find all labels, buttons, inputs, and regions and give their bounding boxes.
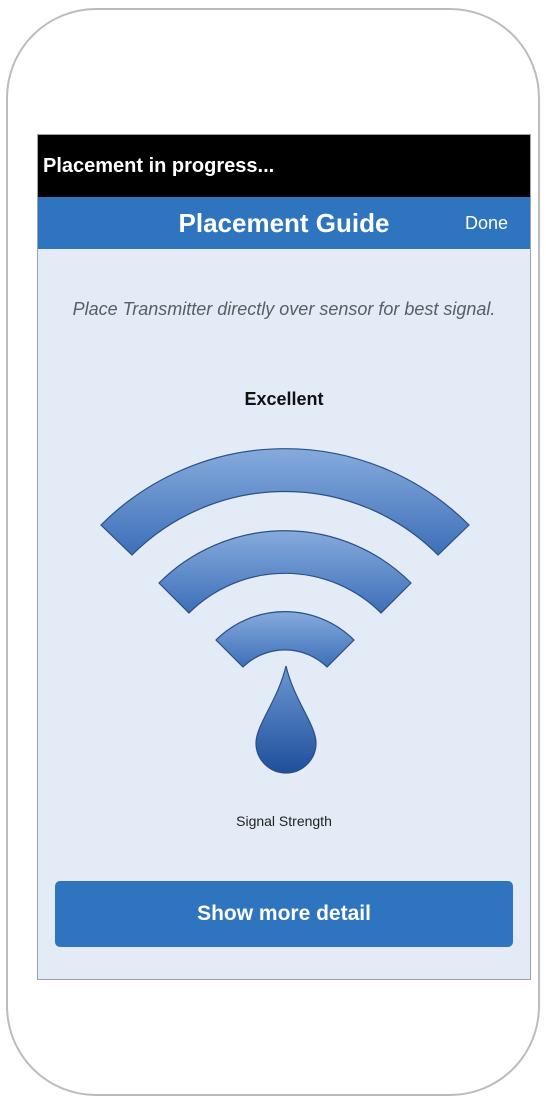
wifi-signal-icon: [100, 448, 470, 668]
sensor-drop-icon: [255, 665, 317, 774]
signal-strength-caption: Signal Strength: [236, 813, 332, 829]
show-more-detail-button[interactable]: Show more detail: [55, 881, 513, 947]
signal-bar-inner: [215, 611, 355, 668]
signal-strength-graphic: [100, 448, 470, 774]
signal-bar-middle: [158, 530, 412, 614]
app-screen: Placement in progress... Placement Guide…: [37, 134, 531, 980]
